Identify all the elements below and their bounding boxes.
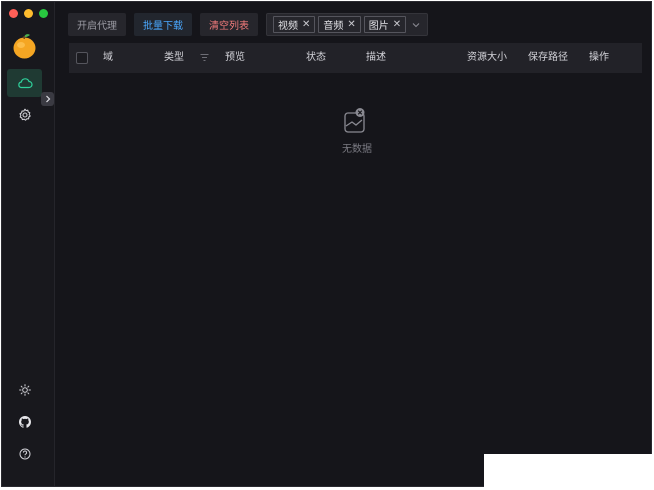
batch-download-button[interactable]: 批量下载 [134, 13, 192, 36]
app-window: 开启代理 批量下载 清空列表 视频 ✕ 音频 ✕ 图片 ✕ 域 类型 预览 状态… [1, 1, 652, 487]
column-size: 资源大小 [467, 52, 507, 63]
empty-text: 无数据 [342, 144, 372, 155]
close-icon[interactable]: ✕ [302, 19, 310, 30]
toolbar: 开启代理 批量下载 清空列表 视频 ✕ 音频 ✕ 图片 ✕ [68, 13, 429, 36]
toggle-proxy-button[interactable]: 开启代理 [68, 13, 126, 36]
chevron-down-icon[interactable] [409, 18, 423, 32]
column-type[interactable]: 类型 [164, 43, 184, 73]
tag-label: 视频 [278, 21, 298, 32]
close-icon[interactable]: ✕ [393, 19, 401, 30]
column-status: 状态 [306, 52, 326, 63]
column-save-path: 保存路径 [528, 52, 568, 63]
close-window-button[interactable] [9, 9, 18, 18]
maximize-window-button[interactable] [39, 9, 48, 18]
select-all-checkbox[interactable] [76, 52, 88, 64]
cloud-icon [17, 78, 33, 89]
resource-type-select[interactable]: 视频 ✕ 音频 ✕ 图片 ✕ [266, 13, 429, 36]
column-domain[interactable]: 域 [103, 43, 113, 73]
nav-settings[interactable] [7, 101, 42, 129]
clear-list-button[interactable]: 清空列表 [200, 13, 258, 36]
close-icon[interactable]: ✕ [347, 19, 355, 30]
tag-label: 音频 [323, 21, 344, 32]
nav-resources[interactable] [7, 69, 42, 97]
sun-icon [19, 384, 31, 396]
column-description: 描述 [366, 52, 386, 63]
filter-icon[interactable] [200, 53, 209, 62]
help-button[interactable] [16, 445, 34, 463]
chevron-right-icon [45, 95, 50, 103]
empty-box-icon [344, 108, 365, 133]
column-actions: 操作 [589, 52, 609, 63]
window-controls [9, 9, 48, 18]
minimize-window-button[interactable] [24, 9, 33, 18]
help-icon [19, 448, 31, 460]
github-link[interactable] [16, 413, 34, 431]
tag-label: 图片 [368, 21, 389, 32]
github-icon [19, 416, 31, 428]
redacted-area [484, 454, 654, 490]
orange-logo-icon [13, 34, 36, 59]
theme-toggle-button[interactable] [16, 381, 34, 399]
tag-audio: 音频 ✕ [318, 16, 361, 33]
tag-image: 图片 ✕ [363, 16, 407, 33]
table-header: 域 类型 预览 状态 描述 资源大小 保存路径 操作 [69, 43, 642, 73]
column-preview: 预览 [225, 52, 245, 63]
expand-sidebar-button[interactable] [41, 92, 54, 106]
tag-video: 视频 ✕ [273, 16, 316, 33]
gear-icon [18, 108, 31, 121]
sidebar [2, 2, 55, 486]
